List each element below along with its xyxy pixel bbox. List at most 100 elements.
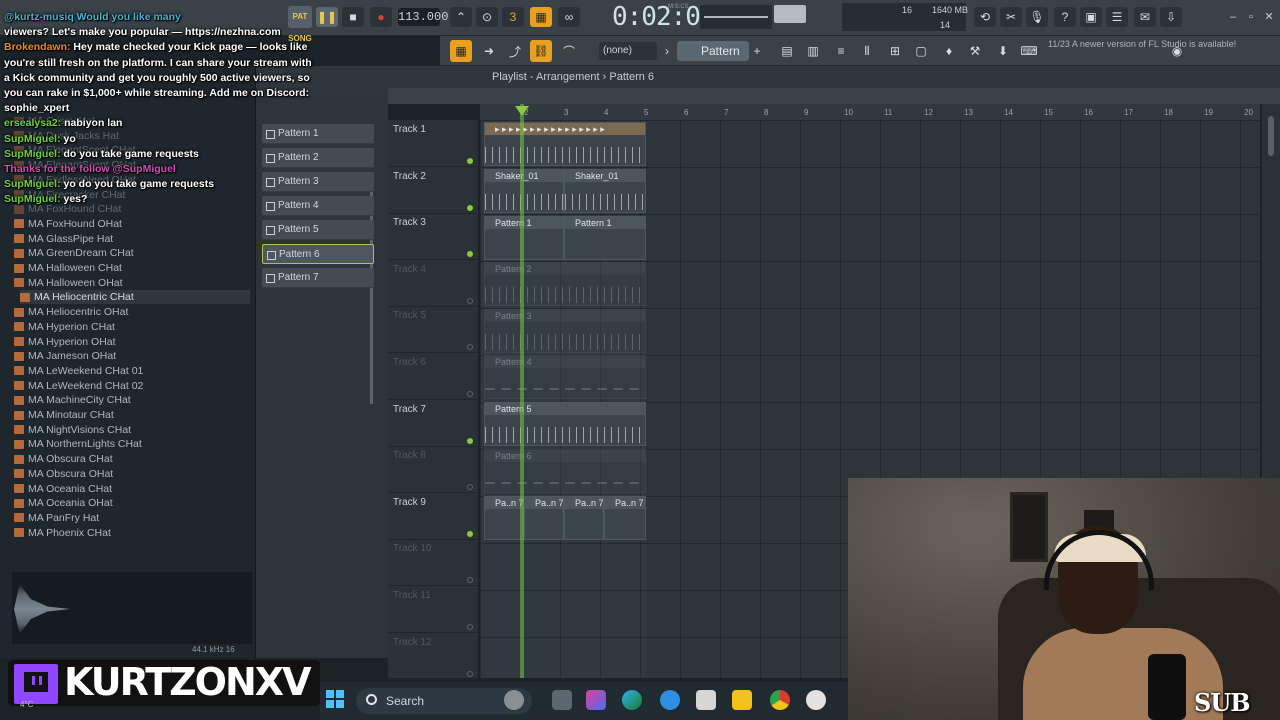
pattern-selector[interactable]: Pattern 6 <box>677 41 749 78</box>
browser-item[interactable]: MA LeWeekend CHat 02 <box>14 379 143 393</box>
render-icon[interactable]: ⬇ <box>992 40 1014 62</box>
arrow-right-icon[interactable]: ➜ <box>478 40 500 62</box>
close-icon[interactable]: ✕ <box>1262 10 1276 24</box>
search-highlight-icon[interactable] <box>504 690 524 710</box>
edge-icon[interactable] <box>622 690 642 710</box>
browser-item[interactable]: MA MachineCity CHat <box>14 393 131 407</box>
copilot-icon[interactable] <box>586 690 606 710</box>
play-icon[interactable]: ❚❚ <box>316 7 338 27</box>
pattern-item[interactable]: Pattern 2 <box>262 148 374 168</box>
browser-item[interactable]: MA GreenDream CHat <box>14 246 134 260</box>
slide-icon[interactable]: ⤴ <box>504 40 526 62</box>
browser-item[interactable]: MA Obscura OHat <box>14 467 113 481</box>
clip-track3-b[interactable]: Pattern 1 <box>564 216 646 260</box>
tuner-icon[interactable]: ⚒ <box>964 40 986 62</box>
track-header[interactable]: Track 10 <box>388 539 478 587</box>
mixer-icon[interactable]: ☰ <box>1106 7 1128 27</box>
windows-start-icon[interactable] <box>326 690 344 708</box>
clip-track5[interactable]: Pattern 3 <box>484 309 646 353</box>
master-volume-slider[interactable] <box>774 5 806 23</box>
track-mute-led-icon[interactable] <box>467 530 473 537</box>
save-icon[interactable]: ▣ <box>1080 7 1102 27</box>
browser-item[interactable]: MA Halloween OHat <box>14 276 123 290</box>
track-header[interactable]: Track 4 <box>388 260 478 307</box>
browser-item[interactable]: MA Jameson OHat <box>14 349 116 363</box>
browser-item[interactable]: MA Oceania OHat <box>14 496 113 510</box>
timeline-ruler[interactable]: 2 3 4 5 6 7 8 9 10 11 12 13 14 15 16 17 18 19 20 <box>480 104 1260 120</box>
clip-track2-b[interactable]: Shaker_01 <box>564 169 646 213</box>
chrome-icon[interactable] <box>770 690 790 710</box>
pattern-item[interactable]: Pattern 6 <box>262 244 374 264</box>
keyboard-icon[interactable]: ⌨ <box>1018 40 1040 62</box>
track-mute-led-icon[interactable] <box>467 204 473 211</box>
maximize-icon[interactable]: ▫ <box>1244 10 1258 24</box>
pattern-item[interactable]: Pattern 4 <box>262 196 374 216</box>
link-icon[interactable]: ⛓ <box>530 40 552 62</box>
minimize-icon[interactable]: – <box>1226 10 1240 24</box>
pattern-item[interactable]: Pattern 1 <box>262 124 374 144</box>
playlist-icon[interactable]: ⫴ <box>856 40 878 62</box>
browser-item[interactable]: MA Oceania CHat <box>14 482 112 496</box>
browser-item[interactable]: MA Heliocentric CHat <box>20 290 250 305</box>
clip-track6[interactable]: Pattern 4 <box>484 355 646 399</box>
plugin-icon[interactable]: ▢ <box>910 40 932 62</box>
track-mute-led-icon[interactable] <box>467 297 473 304</box>
help-icon[interactable]: ? <box>1054 7 1076 27</box>
track-mute-led-icon[interactable] <box>467 158 473 164</box>
clip-track9-d[interactable]: Pa..n 7 <box>604 496 646 540</box>
browser-item[interactable]: MA LeWeekend CHat 01 <box>14 364 143 378</box>
tools-icon[interactable]: ♦ <box>938 40 960 62</box>
download-icon[interactable]: ⇩ <box>1160 7 1182 27</box>
chat-icon[interactable]: ✉ <box>1134 7 1156 27</box>
track-header[interactable]: Track 3 <box>388 213 478 261</box>
track-mute-led-icon[interactable] <box>467 437 473 444</box>
track-mute-led-icon[interactable] <box>467 251 473 258</box>
channel-rack-icon[interactable]: ▥ <box>802 40 824 62</box>
track-header[interactable]: Track 12 <box>388 633 478 680</box>
loop-record-icon[interactable]: ▦ <box>530 7 552 27</box>
wait-icon[interactable]: ⊙ <box>476 7 498 27</box>
track-header[interactable]: Track 6 <box>388 353 478 400</box>
mixer-view-icon[interactable]: ≡ <box>830 40 852 62</box>
track-mute-led-icon[interactable] <box>467 577 473 584</box>
browser-item[interactable]: MA Minotaur CHat <box>14 408 114 422</box>
pattern-item[interactable]: Pattern 7 <box>262 268 374 288</box>
clip-track9-c[interactable]: Pa..n 7 <box>564 496 604 540</box>
cut-icon[interactable]: ✂ <box>1000 7 1022 27</box>
track-header[interactable]: Track 1 <box>388 120 478 167</box>
browser-item[interactable]: MA Phoenix CHat <box>14 526 111 540</box>
undo-icon[interactable]: ⟲ <box>974 7 996 27</box>
track-mute-led-icon[interactable] <box>467 670 473 677</box>
track-header[interactable]: Track 11 <box>388 586 478 633</box>
track-header[interactable]: Track 7 <box>388 400 478 447</box>
track-header[interactable]: Track 8 <box>388 446 478 494</box>
file-explorer-icon[interactable] <box>732 690 752 710</box>
tempo-display[interactable]: 113.000 <box>398 8 448 26</box>
track-mute-led-icon[interactable] <box>467 344 473 351</box>
playhead[interactable] <box>520 104 524 678</box>
clip-track7[interactable]: Pattern 5 <box>484 402 646 446</box>
browser-item[interactable]: MA Hyperion OHat <box>14 335 116 349</box>
browser-item[interactable]: MA PanFry Hat <box>14 511 99 525</box>
obs-icon[interactable] <box>806 690 826 710</box>
clip-track9-b[interactable]: Pa..n 7 <box>524 496 564 540</box>
countdown-icon[interactable]: 3 <box>502 7 524 27</box>
browser-item[interactable]: MA NorthernLights CHat <box>14 437 142 451</box>
browser-item[interactable]: MA Hyperion CHat <box>14 320 115 334</box>
playlist-view-icon[interactable]: ▦ <box>450 40 472 62</box>
pattern-item[interactable]: Pattern 5 <box>262 220 374 240</box>
track-mute-led-icon[interactable] <box>467 391 473 397</box>
blend-notes-icon[interactable]: ∞ <box>558 7 580 27</box>
pattern-song-toggle[interactable]: PAT SONG <box>288 6 312 43</box>
snap-selector[interactable]: (none) <box>599 42 657 60</box>
record-icon[interactable]: ● <box>370 7 392 27</box>
pattern-item[interactable]: Pattern 3 <box>262 172 374 192</box>
stop-icon[interactable]: ■ <box>342 7 364 27</box>
browser-item[interactable]: MA NightVisions CHat <box>14 423 131 437</box>
update-notice[interactable]: 11/23 A newer version of FL Studio is av… <box>1048 39 1236 50</box>
snap-magnet-icon[interactable]: ⌒ <box>558 40 580 62</box>
piano-roll-icon[interactable]: ▤ <box>776 40 798 62</box>
clip-track8[interactable]: Pattern 6 <box>484 449 646 493</box>
clip-track4[interactable]: Pattern 2 <box>484 262 646 306</box>
browser-icon[interactable]: ⊞ <box>884 40 906 62</box>
